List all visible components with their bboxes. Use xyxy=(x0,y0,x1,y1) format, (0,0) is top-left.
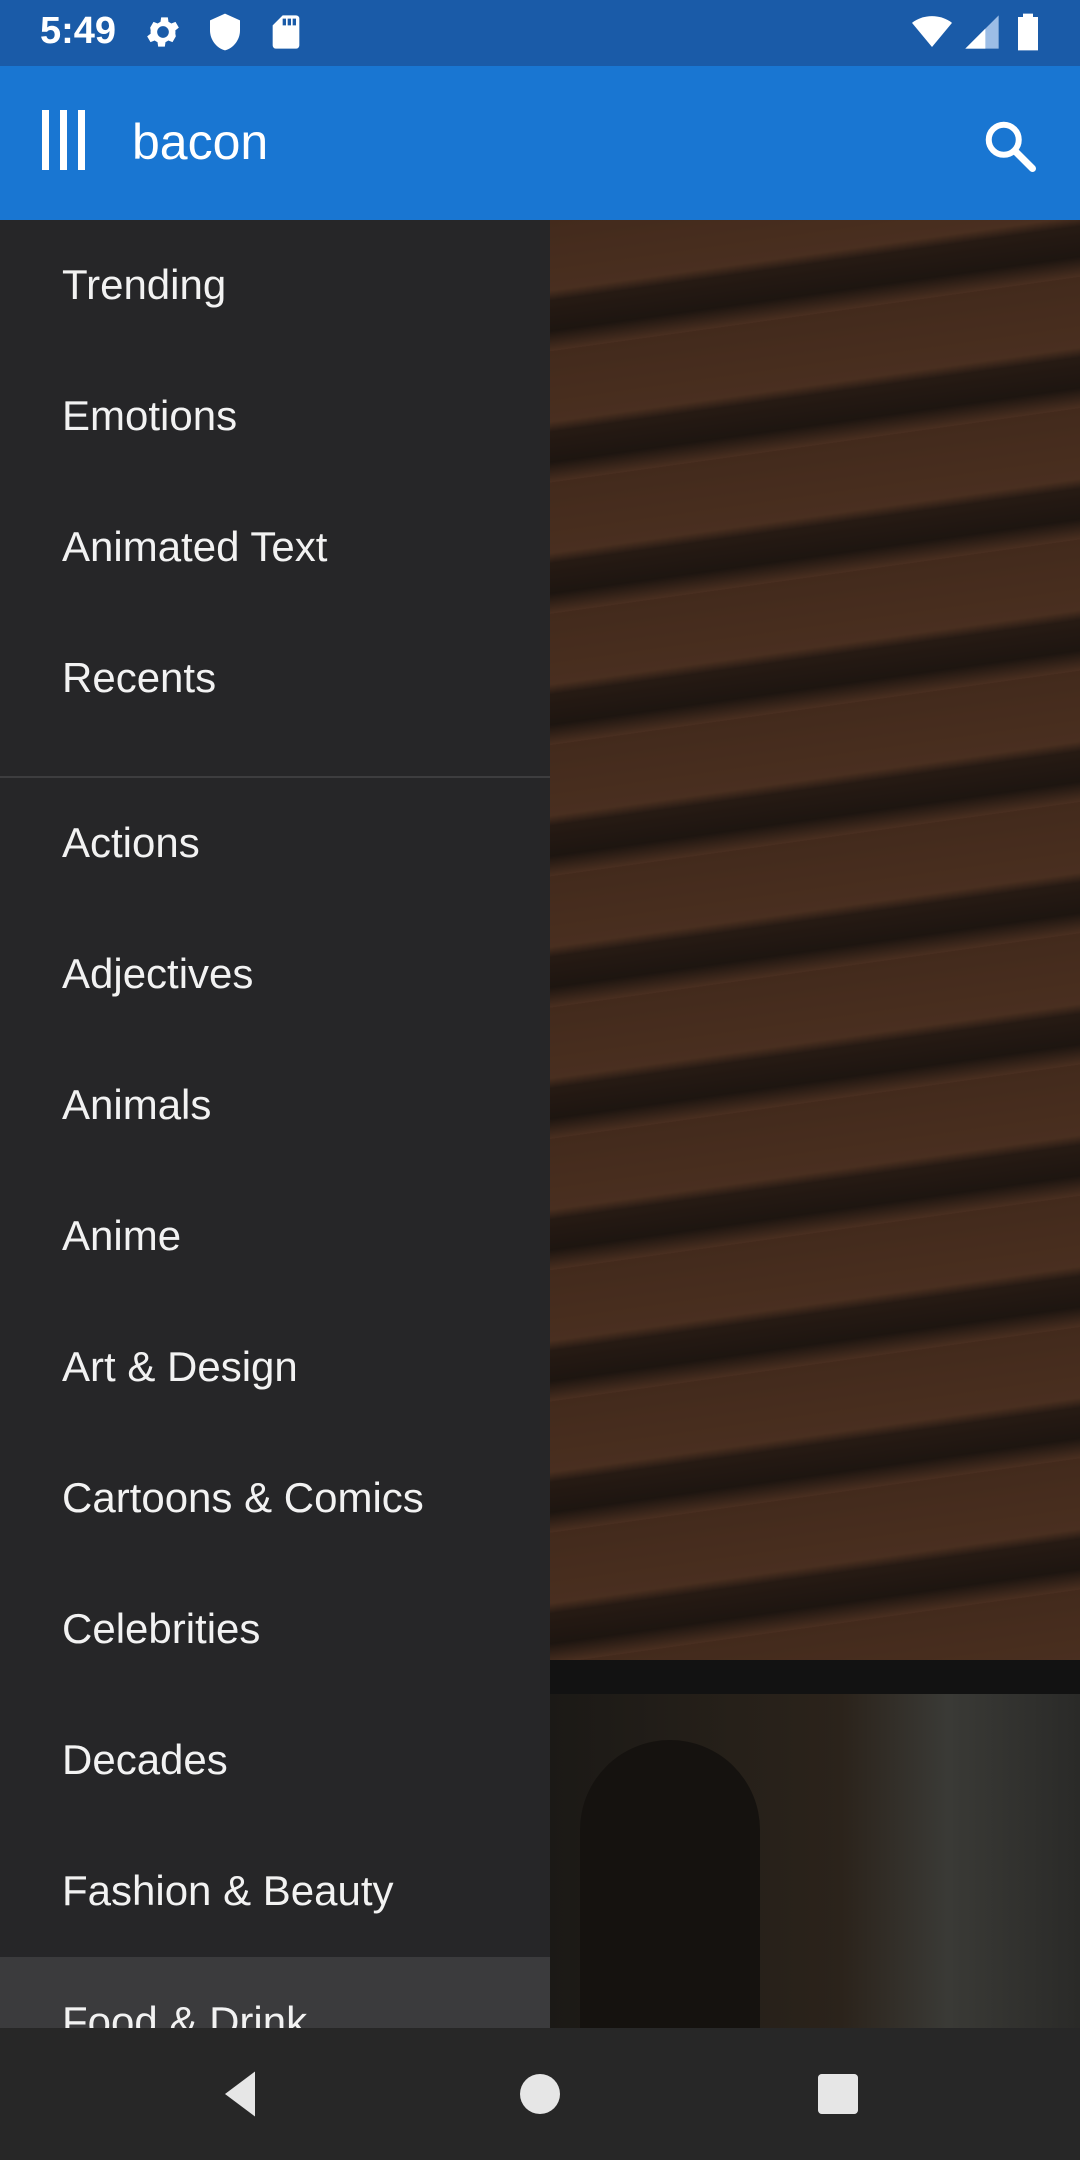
grid-gap xyxy=(550,1660,1080,1694)
thumbnail-figure xyxy=(580,1740,760,2028)
sd-card-icon xyxy=(272,15,300,49)
menu-icon[interactable] xyxy=(34,106,94,176)
drawer-item-adjectives[interactable]: Adjectives xyxy=(0,909,550,1039)
wifi-icon xyxy=(912,16,952,47)
battery-icon xyxy=(1018,13,1038,51)
signal-icon xyxy=(965,15,999,49)
drawer-item-animals[interactable]: Animals xyxy=(0,1040,550,1170)
drawer-item-art-design[interactable]: Art & Design xyxy=(0,1302,550,1432)
drawer-item-anime[interactable]: Anime xyxy=(0,1171,550,1301)
shield-icon xyxy=(210,13,240,51)
search-icon[interactable] xyxy=(980,116,1040,176)
recents-icon[interactable] xyxy=(808,2064,868,2124)
drawer-item-fashion-beauty[interactable]: Fashion & Beauty xyxy=(0,1826,550,1956)
drawer-item-decades[interactable]: Decades xyxy=(0,1695,550,1825)
navigation-drawer: Trending Emotions Animated Text Recents … xyxy=(0,220,550,2028)
drawer-item-cartoons-comics[interactable]: Cartoons & Comics xyxy=(0,1433,550,1563)
status-bar: 5:49 xyxy=(0,0,1080,66)
gear-icon xyxy=(147,17,179,47)
drawer-item-food-drink[interactable]: Food & Drink xyxy=(0,1957,550,2028)
back-icon[interactable] xyxy=(210,2064,270,2124)
drawer-item-actions[interactable]: Actions xyxy=(0,778,550,908)
home-icon[interactable] xyxy=(510,2064,570,2124)
status-time: 5:49 xyxy=(40,10,117,52)
app-bar: bacon xyxy=(0,66,1080,220)
gif-thumbnail-bacon[interactable] xyxy=(550,220,1080,1660)
drawer-item-animated-text[interactable]: Animated Text xyxy=(0,482,550,612)
drawer-item-emotions[interactable]: Emotions xyxy=(0,351,550,481)
navigation-bar xyxy=(0,2028,1080,2160)
drawer-item-recents[interactable]: Recents xyxy=(0,613,550,743)
search-query[interactable]: bacon xyxy=(132,110,268,174)
drawer-item-trending[interactable]: Trending xyxy=(0,220,550,350)
drawer-item-celebrities[interactable]: Celebrities xyxy=(0,1564,550,1694)
